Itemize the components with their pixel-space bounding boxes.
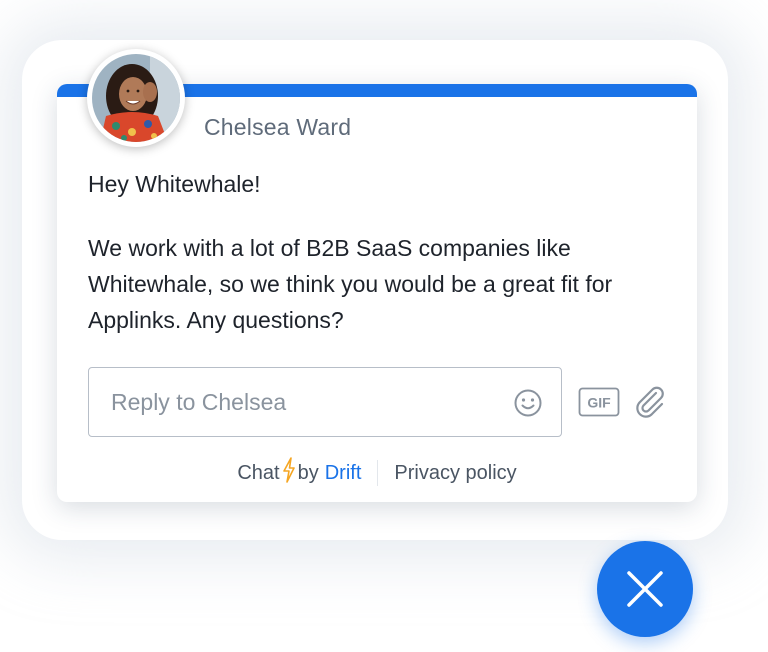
- chat-footer: Chat by Drift Privacy policy: [57, 457, 697, 489]
- smiley-icon[interactable]: [513, 388, 543, 418]
- drift-link[interactable]: Drift: [325, 462, 362, 485]
- chat-card: Chelsea Ward Hey Whitewhale! We work wit…: [57, 84, 697, 502]
- powered-by[interactable]: Chat by Drift: [237, 457, 361, 489]
- reply-box: [88, 367, 562, 437]
- lightning-bolt-icon: [282, 457, 296, 489]
- close-button[interactable]: [597, 541, 693, 637]
- by-label: by: [297, 461, 319, 484]
- footer-divider: [377, 460, 379, 486]
- chat-widget-stage: Chelsea Ward Hey Whitewhale! We work wit…: [0, 0, 768, 652]
- close-icon: [627, 571, 663, 607]
- gif-button[interactable]: GIF: [578, 387, 620, 417]
- gif-label: GIF: [587, 395, 611, 411]
- message-greeting: Hey Whitewhale!: [88, 171, 261, 197]
- paperclip-icon[interactable]: [632, 384, 668, 420]
- reply-input[interactable]: [109, 368, 493, 437]
- privacy-policy-link[interactable]: Privacy policy: [394, 462, 516, 485]
- chat-label: Chat: [237, 461, 280, 484]
- chat-message: Hey Whitewhale! We work with a lot of B2…: [88, 166, 678, 338]
- message-body: We work with a lot of B2B SaaS companies…: [88, 235, 613, 333]
- sender-name: Chelsea Ward: [204, 114, 352, 140]
- avatar-photo: [87, 49, 185, 147]
